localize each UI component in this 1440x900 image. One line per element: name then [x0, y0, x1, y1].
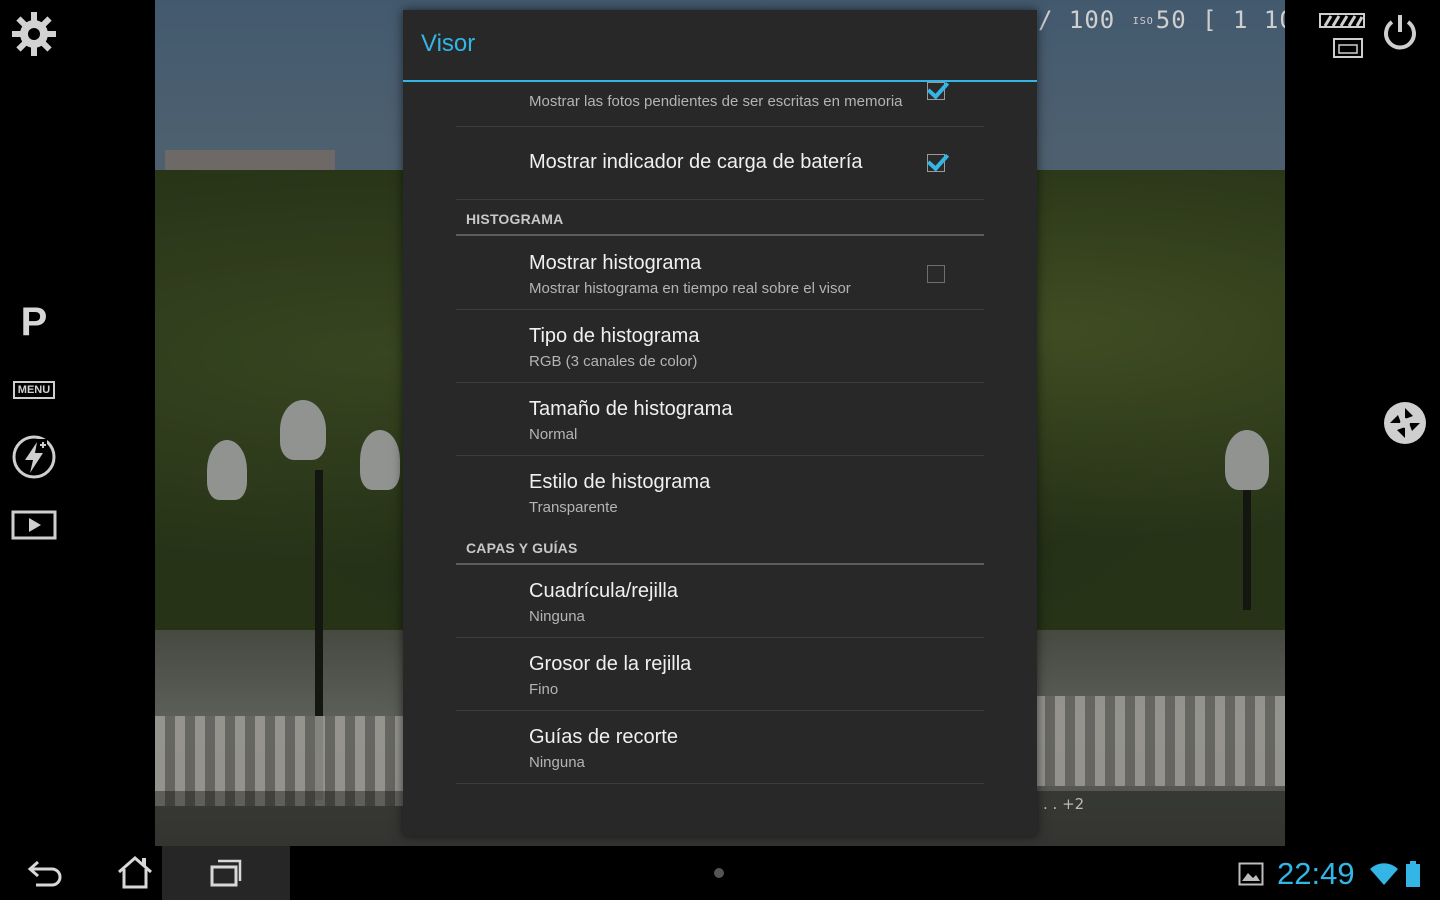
recents-button[interactable] [204, 856, 248, 890]
pref-summary: Fino [529, 681, 559, 698]
pref-histogram-size[interactable]: Tamaño de histograma Normal [456, 383, 984, 456]
play-icon [11, 510, 57, 540]
wifi-status [1369, 861, 1399, 887]
left-toolbar: P MENU [0, 0, 155, 846]
back-button[interactable] [22, 854, 70, 892]
pref-checkbox[interactable] [927, 154, 945, 172]
visor-settings-dialog: Visor Mostrar las fotos pendientes de se… [403, 10, 1037, 836]
dialog-title: Visor [421, 30, 476, 57]
pref-pending-photos[interactable]: Mostrar las fotos pendientes de ser escr… [456, 82, 984, 127]
flash-icon [12, 435, 56, 479]
pref-grid-thickness[interactable]: Grosor de la rejilla Fino [456, 638, 984, 711]
pref-summary: Ninguna [529, 754, 585, 771]
pref-summary: Mostrar histograma en tiempo real sobre … [529, 280, 851, 297]
pref-checkbox[interactable] [927, 265, 945, 283]
iso-value: 50 [1155, 6, 1187, 34]
camera-battery-icon [1319, 13, 1365, 28]
iso-label: ISO [1132, 15, 1154, 27]
right-toolbar [1285, 0, 1440, 846]
mode-button[interactable]: P [8, 298, 60, 346]
pref-title: Tipo de histograma [529, 325, 700, 347]
settings-button[interactable] [8, 10, 60, 58]
sd-card-icon [1333, 38, 1363, 58]
pref-battery-indicator[interactable]: Mostrar indicador de carga de batería [456, 127, 984, 200]
battery-status [1405, 860, 1421, 888]
pref-histogram-style[interactable]: Estilo de histograma Transparente [456, 456, 984, 529]
pref-summary: Ninguna [529, 608, 585, 625]
pref-title: Cuadrícula/rejilla [529, 580, 678, 602]
image-icon [1238, 862, 1264, 886]
camera-app-screen: . . +2 / 100 ISO50 [ 1 10 12 ]+0 P MENU [0, 0, 1440, 900]
pref-show-histogram[interactable]: Mostrar histograma Mostrar histograma en… [456, 236, 984, 310]
pref-title: Grosor de la rejilla [529, 653, 692, 675]
sd-card-indicator [1333, 38, 1363, 58]
pref-summary: Mostrar las fotos pendientes de ser escr… [529, 93, 903, 110]
pref-checkbox[interactable] [927, 82, 945, 100]
home-button[interactable] [112, 852, 158, 892]
pref-title: Mostrar histograma [529, 252, 702, 274]
shutter-icon [1384, 402, 1426, 444]
nav-center-dot [714, 868, 724, 878]
gallery-notification[interactable] [1238, 862, 1264, 886]
system-navigation-bar: 22:49 [0, 846, 1440, 900]
pref-summary: Transparente [529, 499, 618, 516]
pref-title: Guías de recorte [529, 726, 678, 748]
shutter-button[interactable] [1382, 400, 1428, 446]
pref-title: Estilo de histograma [529, 471, 711, 493]
home-icon [118, 856, 152, 889]
category-capas-y-guias: CAPAS Y GUÍAS [456, 529, 984, 565]
flash-button[interactable] [8, 432, 60, 482]
recents-icon [210, 859, 242, 887]
playback-button[interactable] [8, 508, 60, 542]
category-label: HISTOGRAMA [466, 211, 564, 227]
pref-histogram-type[interactable]: Tipo de histograma RGB (3 canales de col… [456, 310, 984, 383]
status-clock[interactable]: 22:49 [1277, 856, 1355, 892]
pref-title: Mostrar indicador de carga de batería [529, 151, 863, 173]
pref-summary: RGB (3 canales de color) [529, 353, 698, 370]
category-label: CAPAS Y GUÍAS [466, 540, 578, 556]
wifi-icon [1370, 863, 1398, 885]
back-icon [27, 860, 62, 887]
gear-icon [12, 12, 56, 56]
battery-icon [1406, 861, 1420, 887]
shutter-speed: / 100 [1038, 6, 1116, 34]
preference-list[interactable]: Mostrar las fotos pendientes de ser escr… [456, 82, 984, 836]
category-histograma: HISTOGRAMA [456, 200, 984, 236]
pref-crop-guides[interactable]: Guías de recorte Ninguna [456, 711, 984, 784]
ev-scale-label: . . +2 [1043, 795, 1085, 813]
power-icon [1384, 15, 1416, 50]
battery-indicator [1319, 13, 1367, 29]
power-button[interactable] [1380, 12, 1424, 56]
pref-summary: Normal [529, 426, 578, 443]
menu-button[interactable]: MENU [8, 378, 60, 402]
pref-title: Tamaño de histograma [529, 398, 733, 420]
menu-label: MENU [12, 381, 56, 399]
pref-grid[interactable]: Cuadrícula/rejilla Ninguna [456, 565, 984, 638]
